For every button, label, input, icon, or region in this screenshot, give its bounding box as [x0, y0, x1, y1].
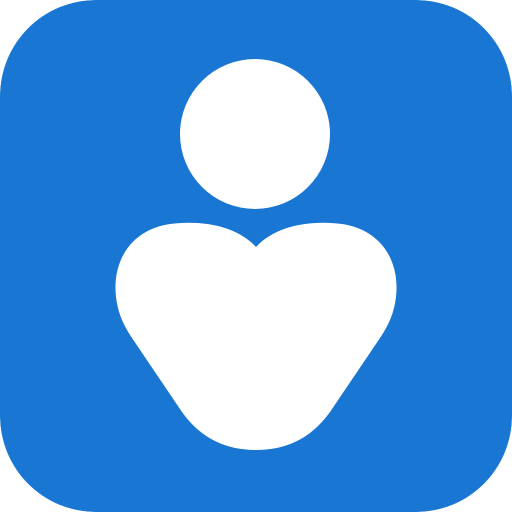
app-icon — [0, 0, 512, 512]
person-head — [180, 59, 330, 209]
person-heart-icon — [0, 0, 512, 512]
